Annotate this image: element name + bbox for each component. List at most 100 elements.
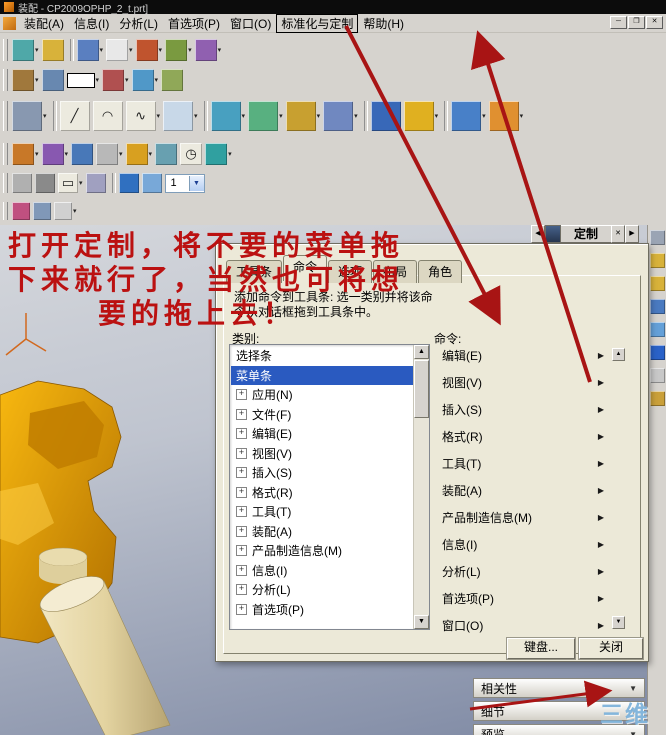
toolbar-button[interactable]: ◷: [180, 143, 203, 165]
toolbar-button[interactable]: ▾: [12, 143, 39, 165]
toolbar-button[interactable]: [35, 173, 55, 193]
dialog-forward-button[interactable]: ▶: [625, 225, 639, 243]
dropdown-caret-icon[interactable]: ▾: [35, 46, 39, 54]
toolbar-button[interactable]: ▾: [210, 101, 246, 131]
toolbar-button[interactable]: ▾: [323, 101, 358, 131]
dropdown-caret-icon[interactable]: ▾: [79, 179, 83, 187]
toolbar-button[interactable]: ▾: [451, 101, 486, 131]
toolbar-button[interactable]: ▾: [135, 39, 163, 61]
child-close-button[interactable]: ✕: [646, 16, 663, 29]
command-item[interactable]: 首选项(P) ▶: [430, 587, 612, 609]
toolbar-button[interactable]: ▾: [131, 69, 159, 91]
toolbar-button[interactable]: ▾: [248, 101, 283, 131]
scrollbar-thumb[interactable]: [414, 360, 429, 418]
expand-plus-icon[interactable]: +: [236, 603, 247, 615]
category-item[interactable]: + 应用(N): [231, 385, 413, 405]
category-item[interactable]: + 编辑(E): [231, 424, 413, 444]
expand-plus-icon[interactable]: +: [236, 584, 247, 596]
dropdown-caret-icon[interactable]: ▾: [482, 112, 486, 120]
toolbar-button[interactable]: ▾: [41, 143, 69, 165]
category-item[interactable]: + 文件(F): [231, 405, 413, 425]
expand-plus-icon[interactable]: +: [236, 506, 247, 518]
dropdown-caret-icon[interactable]: ▾: [35, 150, 39, 158]
expand-plus-icon[interactable]: +: [236, 486, 247, 498]
category-listbox[interactable]: 选择条 菜单条 + 应用(N) + 文件(F) + 编辑(E) + 视图(V) + 插入(S) + 格式(…: [229, 344, 430, 630]
toolbar-button[interactable]: ▾: [54, 202, 77, 220]
expand-plus-icon[interactable]: +: [236, 408, 247, 420]
menu-item[interactable]: 分析(L): [114, 14, 163, 33]
toolbar-drag-handle[interactable]: [3, 202, 8, 220]
keyboard-button[interactable]: 键盘...: [507, 638, 575, 659]
toolbar-button[interactable]: ▾: [12, 69, 39, 91]
child-minimize-button[interactable]: ─: [610, 16, 627, 29]
dialog-back-button[interactable]: ◀: [531, 225, 545, 243]
dialog-close-button[interactable]: ✕: [611, 225, 625, 243]
category-item[interactable]: + 信息(I): [231, 561, 413, 581]
category-item[interactable]: 菜单条: [231, 365, 413, 385]
command-item[interactable]: 编辑(E) ▶: [430, 344, 612, 366]
dropdown-caret-icon[interactable]: ▾: [520, 112, 524, 120]
dropdown-caret-icon[interactable]: ▾: [65, 150, 69, 158]
category-item[interactable]: + 工具(T): [231, 502, 413, 522]
toolbar-button[interactable]: [141, 173, 162, 193]
command-item[interactable]: 装配(A) ▶: [430, 479, 612, 501]
dropdown-caret-icon[interactable]: ▾: [242, 112, 246, 120]
toolbar-button[interactable]: ▭ ▾: [58, 173, 83, 193]
category-item[interactable]: 选择条: [231, 346, 413, 366]
toolbar-button[interactable]: ▾: [125, 143, 153, 165]
dropdown-caret-icon[interactable]: ▾: [100, 46, 104, 54]
toolbar-button[interactable]: ▾: [66, 72, 100, 88]
resource-tab-icon[interactable]: [649, 230, 665, 245]
dropdown-caret-icon[interactable]: ▾: [159, 46, 163, 54]
menu-item[interactable]: 帮助(H): [358, 14, 409, 33]
dropdown-caret-icon[interactable]: ▾: [194, 112, 198, 120]
toolbar-button[interactable]: ◠: [92, 101, 123, 131]
toolbar-button[interactable]: ▾: [403, 101, 439, 131]
toolbar-button[interactable]: [71, 143, 94, 165]
dropdown-caret-icon[interactable]: ▾: [354, 112, 358, 120]
menu-item[interactable]: 首选项(P): [163, 14, 225, 33]
child-maximize-button[interactable]: ❐: [628, 16, 645, 29]
resource-tab-icon[interactable]: [649, 276, 665, 291]
dropdown-caret-icon[interactable]: ▾: [317, 112, 321, 120]
dropdown-caret-icon[interactable]: ▾: [35, 76, 39, 84]
dropdown-caret-icon[interactable]: ▾: [435, 112, 439, 120]
command-item[interactable]: 插入(S) ▶: [430, 398, 612, 420]
dropdown-caret-icon[interactable]: ▾: [125, 76, 129, 84]
dropdown-caret-icon[interactable]: ▾: [228, 150, 232, 158]
toolbar-button[interactable]: [12, 173, 32, 193]
category-item[interactable]: + 插入(S): [231, 463, 413, 483]
resource-tab-icon[interactable]: [649, 253, 665, 268]
category-item[interactable]: + 产品制造信息(M): [231, 541, 413, 561]
menu-item[interactable]: 信息(I): [69, 14, 114, 33]
resource-tab-icon[interactable]: [649, 345, 665, 360]
menu-item[interactable]: 窗口(O): [225, 14, 276, 33]
dropdown-caret-icon[interactable]: ▾: [129, 46, 133, 54]
scroll-up-icon[interactable]: ▲: [414, 345, 429, 359]
toolbar-button[interactable]: ▾: [205, 143, 232, 165]
toolbar-button[interactable]: [161, 69, 184, 91]
dropdown-caret-icon[interactable]: ▾: [119, 150, 123, 158]
toolbar-button[interactable]: ▾: [488, 101, 524, 131]
category-scrollbar[interactable]: ▲ ▼: [413, 345, 429, 629]
resource-tab-icon[interactable]: [649, 368, 665, 383]
command-item[interactable]: 工具(T) ▶: [430, 452, 612, 474]
toolbar-drag-handle[interactable]: [3, 143, 8, 165]
toolbar-button[interactable]: [41, 39, 64, 61]
category-item[interactable]: + 首选项(P): [231, 600, 413, 620]
menu-item[interactable]: 标准化与定制: [276, 13, 359, 33]
toolbar-button[interactable]: ▾: [194, 39, 221, 61]
category-item[interactable]: + 装配(A): [231, 522, 413, 542]
toolbar-button[interactable]: ▾: [102, 69, 129, 91]
dropdown-caret-icon[interactable]: ▾: [155, 76, 159, 84]
toolbar-button[interactable]: [370, 101, 401, 131]
dropdown-caret-icon[interactable]: ▾: [157, 112, 161, 120]
toolbar-button[interactable]: [85, 173, 106, 193]
toolbar-button[interactable]: [12, 202, 30, 220]
close-button[interactable]: 关闭: [579, 638, 643, 659]
commands-scroll-up-icon[interactable]: ▲: [612, 348, 625, 361]
dropdown-caret-icon[interactable]: ▾: [149, 150, 153, 158]
toolbar-drag-handle[interactable]: [3, 69, 8, 91]
dropdown-caret-icon[interactable]: ▾: [96, 76, 100, 84]
command-item[interactable]: 视图(V) ▶: [430, 371, 612, 393]
